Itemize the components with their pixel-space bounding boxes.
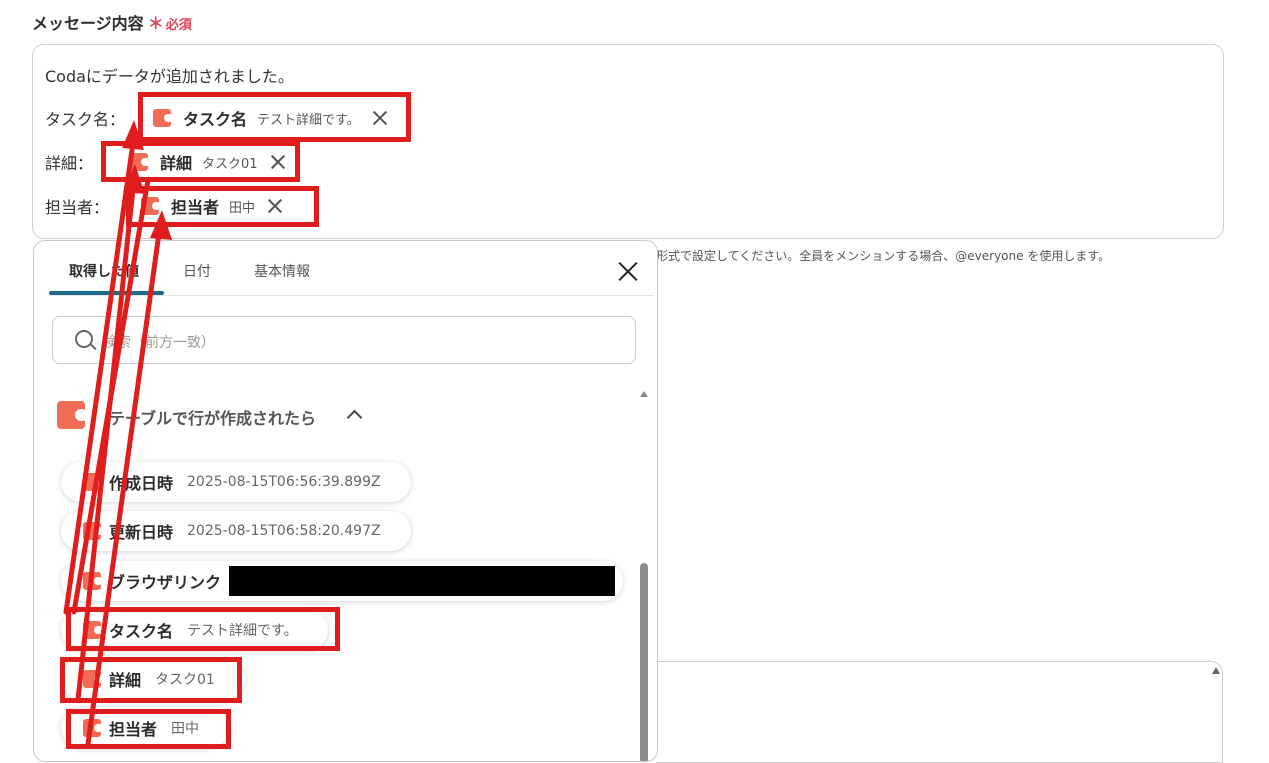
coda-icon <box>141 197 161 215</box>
coda-icon <box>153 109 173 127</box>
coda-icon <box>83 522 103 540</box>
chip-assignee[interactable]: 担当者 田中 <box>141 191 286 221</box>
message-line-1: Codaにデータが追加されました。 <box>45 67 294 86</box>
chip-detail[interactable]: 詳細 タスク01 <box>130 147 288 177</box>
close-icon[interactable] <box>265 196 285 216</box>
search-input[interactable]: 検索（前方一致） <box>52 316 636 364</box>
message-editor[interactable]: Codaにデータが追加されました。 タスク名： タスク名 テスト詳細です。 詳細… <box>32 44 1224 239</box>
required-text: 必須 <box>165 18 192 33</box>
coda-icon <box>83 621 103 639</box>
close-icon[interactable] <box>617 260 639 282</box>
search-placeholder: 検索（前方一致） <box>103 335 215 351</box>
scrollbar-thumb[interactable] <box>640 563 648 761</box>
coda-icon <box>57 401 88 429</box>
coda-icon <box>83 473 103 491</box>
field-hint: 形式で設定してください。全員をメンションする場合、@everyone を使用しま… <box>656 249 1111 263</box>
variable-picker-panel: 取得した値 日付 基本情報 検索（前方一致） テーブルで行が作成されたら 作成日… <box>33 240 658 762</box>
redacted-value <box>229 566 616 596</box>
list-item-updated-at[interactable]: 更新日時 2025-08-15T06:58:20.497Z <box>61 511 411 551</box>
required-star: ＊ <box>147 14 164 33</box>
tab-basic-info[interactable]: 基本情報 <box>254 261 310 281</box>
coda-icon <box>83 719 103 737</box>
row-label-detail: 詳細： <box>45 154 94 173</box>
search-icon <box>75 330 93 348</box>
background-field[interactable] <box>656 661 1223 763</box>
chevron-up-icon[interactable] <box>346 409 363 426</box>
list-item-created-at[interactable]: 作成日時 2025-08-15T06:56:39.899Z <box>61 462 411 502</box>
field-label: メッセージ内容＊必須 <box>32 14 192 33</box>
chip-task-name[interactable]: タスク名 テスト詳細です。 <box>153 103 390 133</box>
coda-icon <box>83 670 103 688</box>
close-icon[interactable] <box>370 108 390 128</box>
close-icon[interactable] <box>268 152 288 172</box>
row-label-assignee: 担当者： <box>45 198 110 217</box>
coda-icon <box>83 572 103 590</box>
scroll-up-icon[interactable] <box>640 391 648 397</box>
tab-date[interactable]: 日付 <box>183 261 211 281</box>
tab-divider <box>49 295 654 296</box>
tab-fetched-values[interactable]: 取得した値 <box>69 261 139 281</box>
section-title[interactable]: テーブルで行が作成されたら <box>109 405 316 429</box>
scroll-up-icon[interactable] <box>1212 667 1220 674</box>
row-label-task: タスク名： <box>45 110 126 129</box>
list-item-detail[interactable]: 詳細 タスク01 <box>61 659 245 699</box>
list-item-task-name[interactable]: タスク名 テスト詳細です。 <box>61 610 328 650</box>
list-item-browser-link[interactable]: ブラウザリンク <box>61 561 624 601</box>
coda-icon <box>130 153 150 171</box>
list-item-assignee[interactable]: 担当者 田中 <box>61 708 230 748</box>
